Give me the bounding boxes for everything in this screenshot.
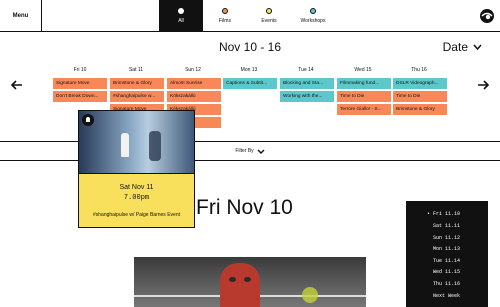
all-dot-icon xyxy=(178,8,184,14)
menu-button[interactable]: Menu xyxy=(0,0,42,32)
event-block[interactable]: Don't Break Down... xyxy=(53,91,107,102)
event-block[interactable]: Blocking and Sta... xyxy=(280,78,334,89)
date-link[interactable]: Tue 11.14 xyxy=(433,258,460,264)
next-week-link[interactable]: Next Week xyxy=(433,293,460,299)
event-popup-image xyxy=(79,111,194,174)
event-block[interactable]: Terrore Giallo! - S... xyxy=(337,104,391,115)
date-jump-list: • Fri 11.10 Sat 11.11 Sun 11.12 Mon 11.13… xyxy=(406,201,488,307)
event-block[interactable]: Filmmaking fund... xyxy=(337,78,391,89)
event-block[interactable]: #shanghaipulse w... xyxy=(110,91,164,102)
tab-workshops[interactable]: Workshops xyxy=(291,0,335,32)
active-bullet-icon: • xyxy=(427,211,431,217)
light-flare xyxy=(302,287,318,303)
shadow-figure xyxy=(149,131,161,161)
mask-eye xyxy=(229,277,236,282)
day-header-mon: Mon 13 xyxy=(240,67,258,73)
events-dot-icon xyxy=(266,8,272,14)
popup-title: #shanghaipulse w/ Paige Barnes Event xyxy=(92,212,180,218)
date-link[interactable]: Thu 11.16 xyxy=(433,281,460,287)
day-header-fri: Fri 10 xyxy=(73,67,87,73)
filter-bar[interactable]: Filter By xyxy=(0,141,500,161)
category-tabs: All Films Events Workshops xyxy=(159,0,335,32)
user-icon xyxy=(82,114,94,126)
event-block[interactable]: Working with the... xyxy=(280,91,334,102)
event-block[interactable]: Signature Move xyxy=(53,78,107,89)
event-block[interactable]: DSLR Videograph... xyxy=(393,78,447,89)
filter-label: Filter By xyxy=(235,148,254,154)
tab-events-label: Events xyxy=(261,18,277,24)
wrestler-mask xyxy=(220,263,260,307)
event-popup[interactable]: Sat Nov 11 7.00pm #shanghaipulse w/ Paig… xyxy=(78,110,195,228)
date-link[interactable]: Sat 11.11 xyxy=(433,223,460,229)
dancer-figure xyxy=(121,133,129,157)
day-header-sun: Sun 12 xyxy=(185,67,201,73)
tab-workshops-label: Workshops xyxy=(300,18,326,24)
mask-eye xyxy=(244,277,251,282)
chevron-down-icon xyxy=(473,44,482,50)
tab-films-label: Films xyxy=(219,18,231,24)
tab-all[interactable]: All xyxy=(159,0,203,32)
event-block[interactable]: Brimstone & Glory xyxy=(393,104,447,115)
event-block[interactable]: Time to Die xyxy=(393,91,447,102)
tab-all-label: All xyxy=(178,18,184,24)
tab-events[interactable]: Events xyxy=(247,0,291,32)
tab-films[interactable]: Films xyxy=(203,0,247,32)
event-block[interactable]: Kökszakállú xyxy=(167,91,221,102)
arrow-left-icon[interactable] xyxy=(11,80,23,90)
day-header-wed: Wed 15 xyxy=(354,67,372,73)
event-block[interactable]: Captions & Subtit... xyxy=(223,78,277,89)
event-block[interactable]: Brimstone & Glory xyxy=(110,78,164,89)
event-block[interactable]: Time to Die xyxy=(337,91,391,102)
featured-event-image[interactable] xyxy=(134,257,366,307)
workshops-dot-icon xyxy=(310,8,316,14)
date-link[interactable]: Wed 11.15 xyxy=(433,269,460,275)
chevron-down-icon xyxy=(257,149,265,154)
date-select[interactable]: Date xyxy=(443,40,482,54)
eye-logo-icon[interactable] xyxy=(479,8,495,24)
films-dot-icon xyxy=(222,8,228,14)
date-select-label: Date xyxy=(442,40,468,54)
day-heading: Fri Nov 10 xyxy=(196,196,293,219)
date-link[interactable]: Sun 11.12 xyxy=(433,235,460,241)
popup-time: 7.00pm xyxy=(123,194,150,202)
date-link[interactable]: Mon 11.13 xyxy=(433,246,460,252)
week-title: Nov 10 - 16 xyxy=(218,40,282,54)
day-header-sat: Sat 11 xyxy=(128,67,144,73)
top-bar: Menu All Films Events Workshops xyxy=(0,0,500,32)
day-header-tue: Tue 14 xyxy=(298,67,314,73)
arrow-right-icon[interactable] xyxy=(477,80,489,90)
day-header-thu: Thu 16 xyxy=(411,67,427,73)
popup-date: Sat Nov 11 xyxy=(119,184,154,191)
date-link[interactable]: • Fri 11.10 xyxy=(427,211,460,217)
event-block[interactable]: Almost Sunrise xyxy=(167,78,221,89)
